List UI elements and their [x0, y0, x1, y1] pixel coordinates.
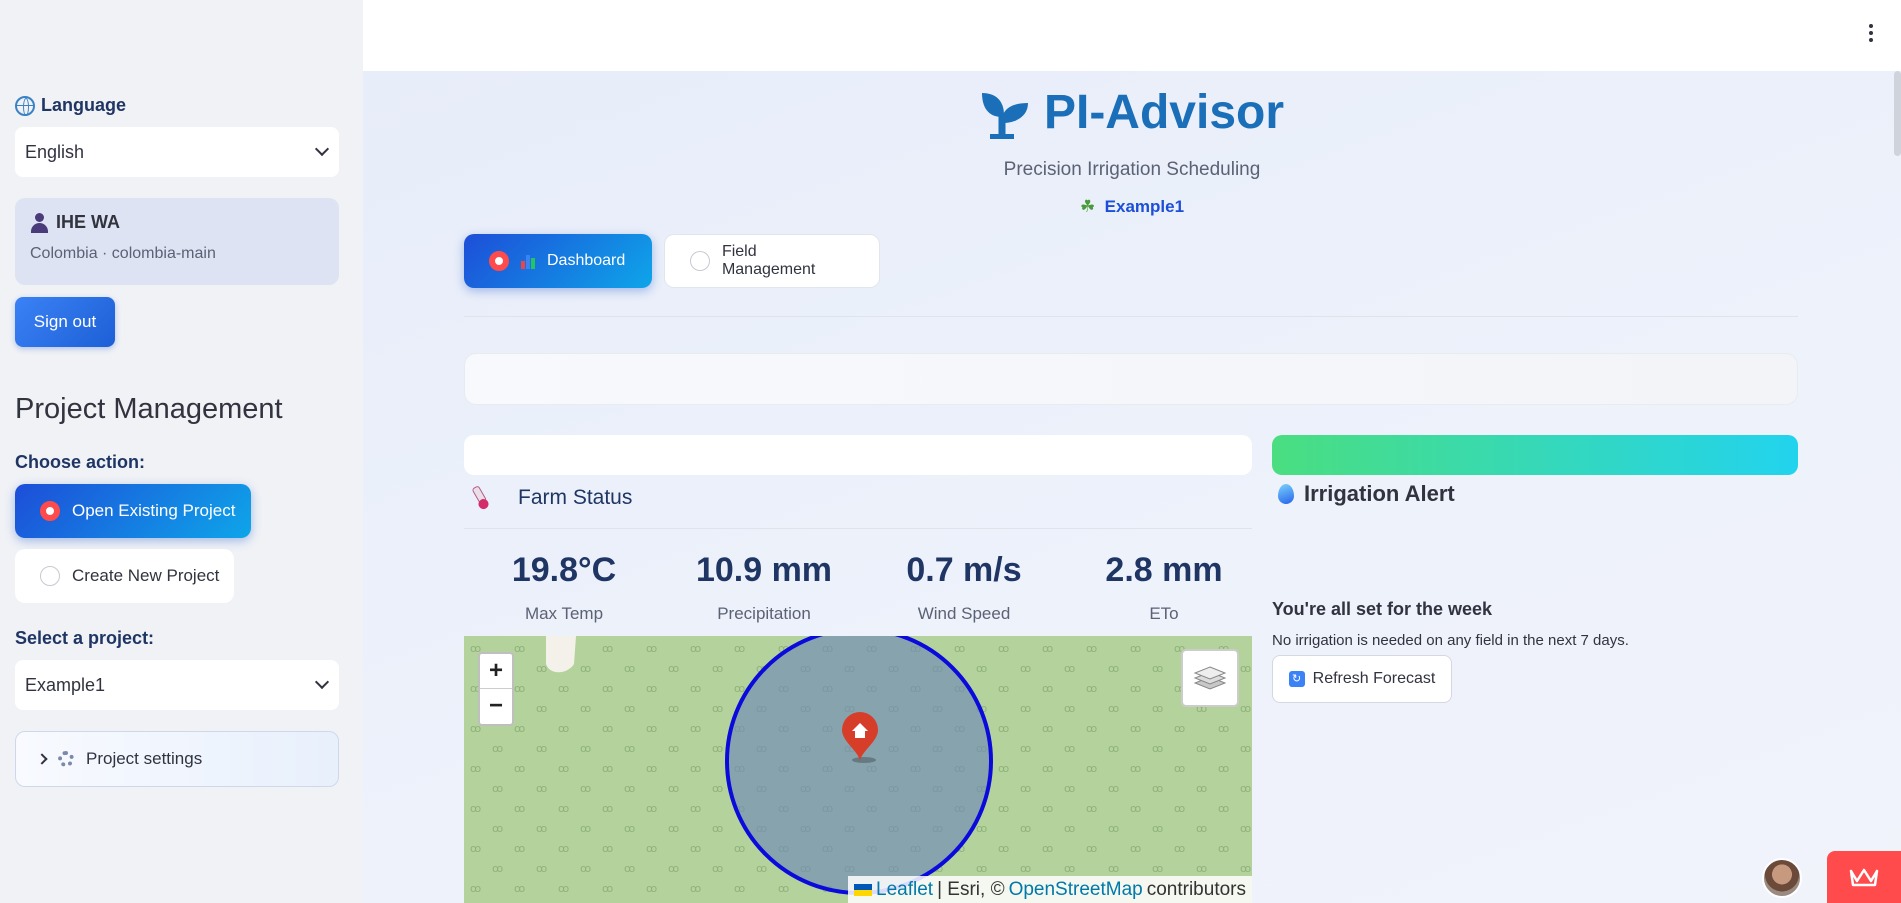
- water-drop-icon: [1278, 484, 1294, 504]
- farm-status-title: Farm Status: [464, 486, 632, 510]
- refresh-icon: ↻: [1288, 671, 1305, 687]
- radio-unselected-icon: [40, 566, 60, 586]
- layers-button[interactable]: [1181, 649, 1239, 707]
- current-project: ☘ Example1: [1079, 197, 1185, 216]
- map-attribution: Leaflet | Esri, © OpenStreetMap contribu…: [848, 876, 1252, 903]
- farm-status-header-card: [464, 435, 1252, 475]
- sidebar: Language English IHE WA Colombia · colom…: [0, 0, 363, 903]
- crown-icon: [1849, 868, 1879, 887]
- language-select[interactable]: English: [15, 127, 339, 177]
- top-bar: [363, 0, 1901, 71]
- choose-action-label: Choose action:: [15, 452, 146, 472]
- project-select[interactable]: Example1: [15, 660, 339, 710]
- gear-icon: [58, 751, 74, 767]
- metric-wind-speed: 0.7 m/s Wind Speed: [906, 551, 1022, 623]
- sign-out-button[interactable]: Sign out: [15, 297, 115, 347]
- radio-unselected-icon: [690, 251, 710, 271]
- tagline: Precision Irrigation Scheduling: [1003, 159, 1261, 180]
- user-name: IHE WA: [56, 212, 121, 232]
- irrigation-alert-bar: [1272, 435, 1798, 475]
- metric-max-temp: 19.8°C Max Temp: [511, 551, 617, 623]
- map-zoom-control: + −: [478, 652, 514, 726]
- farm-area-circle: [725, 636, 993, 895]
- open-existing-project-radio[interactable]: Open Existing Project: [15, 484, 251, 538]
- radio-selected-icon: [40, 501, 60, 521]
- leaflet-link[interactable]: Leaflet: [876, 879, 933, 901]
- alert-headline: You're all set for the week: [1272, 599, 1493, 619]
- refresh-forecast-button[interactable]: ↻ Refresh Forecast: [1272, 655, 1452, 703]
- tab-dashboard[interactable]: Dashboard: [464, 234, 652, 288]
- user-location: Colombia · colombia-main: [30, 245, 216, 262]
- farm-metrics: 19.8°C Max Temp 10.9 mm Precipitation 0.…: [464, 551, 1264, 624]
- layers-icon: [1193, 666, 1227, 690]
- metric-eto: 2.8 mm ETo: [1105, 551, 1223, 623]
- metric-precipitation: 10.9 mm Precipitation: [695, 551, 833, 623]
- sprout-icon: [981, 92, 1028, 139]
- map-tiles: ꝏ ꝏ: [464, 636, 1252, 903]
- chevron-down-icon: [314, 141, 330, 157]
- select-project-label: Select a project:: [15, 628, 155, 648]
- more-menu-icon[interactable]: [1869, 24, 1873, 45]
- divider: [464, 528, 1252, 529]
- language-label: Language: [15, 95, 339, 116]
- create-new-project-radio[interactable]: Create New Project: [15, 549, 234, 603]
- farm-map[interactable]: ꝏ ꝏ + − Leaflet: [464, 636, 1252, 903]
- globe-icon: [15, 95, 35, 116]
- project-management-title: Project Management: [15, 393, 283, 425]
- divider: [464, 316, 1798, 317]
- main-content: PI-Advisor Precision Irrigation Scheduli…: [363, 71, 1901, 903]
- radio-selected-icon: [489, 251, 509, 271]
- map-feature: [546, 636, 576, 673]
- bar-chart-icon: [521, 253, 535, 269]
- user-card: IHE WA Colombia · colombia-main: [15, 198, 339, 285]
- thermometer-icon: [467, 484, 493, 513]
- home-marker-icon[interactable]: [840, 712, 880, 764]
- openstreetmap-link[interactable]: OpenStreetMap: [1009, 879, 1143, 901]
- herb-icon: ☘: [1079, 197, 1096, 216]
- banner-panel: [464, 353, 1798, 405]
- app-header: PI-Advisor: [363, 85, 1901, 140]
- tab-bar: Dashboard Field Management: [464, 234, 880, 288]
- zoom-out-button[interactable]: −: [480, 689, 512, 724]
- chevron-right-icon: [36, 753, 48, 765]
- person-icon: [30, 212, 48, 233]
- app-title: PI-Advisor: [1043, 86, 1285, 139]
- project-settings-expander[interactable]: Project settings: [15, 731, 339, 787]
- avatar[interactable]: [1762, 858, 1802, 898]
- alert-text: No irrigation is needed on any field in …: [1272, 632, 1629, 649]
- zoom-in-button[interactable]: +: [480, 654, 512, 689]
- streamlit-crown-button[interactable]: [1827, 851, 1901, 903]
- ukraine-flag-icon: [854, 883, 873, 896]
- tab-field-management[interactable]: Field Management: [664, 234, 880, 288]
- irrigation-alert-title: Irrigation Alert: [1278, 481, 1455, 507]
- chevron-down-icon: [314, 674, 330, 690]
